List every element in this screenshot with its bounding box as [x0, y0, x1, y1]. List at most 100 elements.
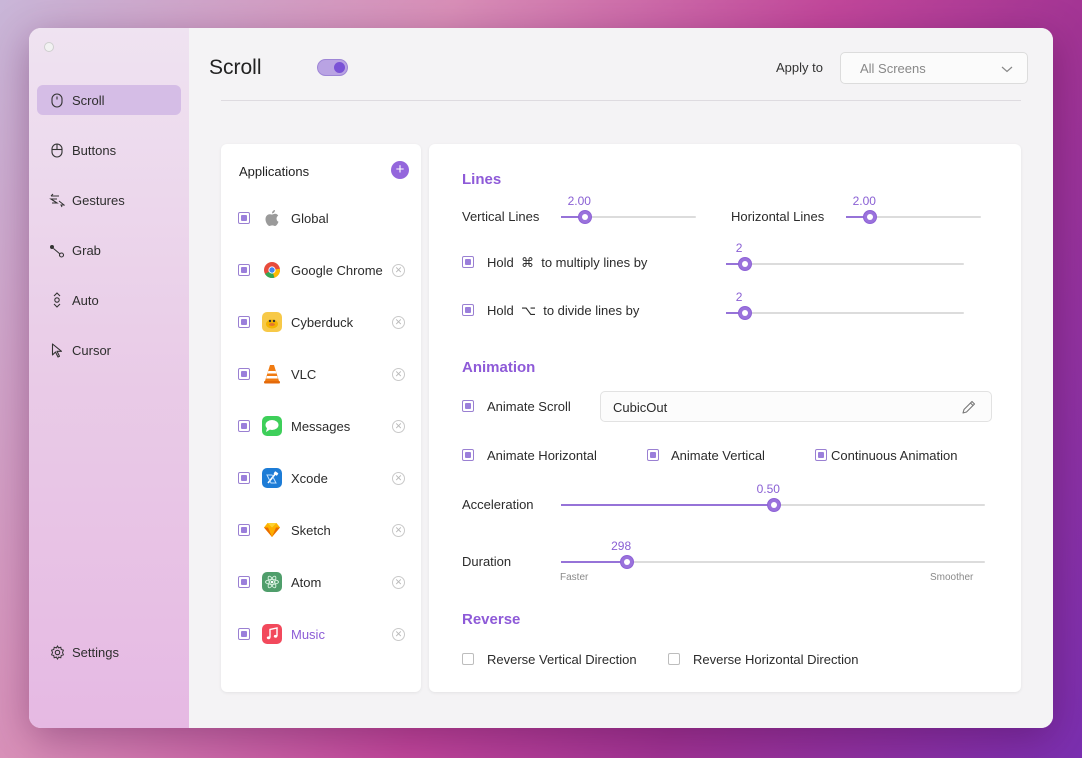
sidebar-item-label: Scroll — [72, 92, 105, 108]
multiply-slider[interactable]: 2 — [726, 241, 964, 271]
list-item[interactable]: VLC ✕ — [221, 354, 421, 394]
chrome-icon — [262, 260, 282, 280]
auto-scroll-icon — [49, 292, 65, 308]
multiply-checkbox[interactable] — [462, 256, 474, 268]
duration-label: Duration — [462, 554, 512, 569]
apply-to-label: Apply to — [776, 60, 823, 75]
slider-value: 2.00 — [567, 194, 591, 208]
horizontal-lines-label: Horizontal Lines — [731, 209, 825, 224]
slider-value: 0.50 — [756, 482, 780, 496]
sidebar-item-label: Buttons — [72, 142, 117, 158]
animate-scroll-label: Animate Scroll — [487, 399, 571, 414]
option-key-icon: ⌥ — [520, 303, 536, 318]
remove-app-button[interactable]: ✕ — [392, 420, 405, 433]
list-item[interactable]: Atom ✕ — [221, 562, 421, 602]
app-name: Music — [291, 627, 325, 642]
app-window: Scroll Buttons Gestures Grab Auto Cursor… — [29, 28, 1053, 728]
animate-scroll-checkbox[interactable] — [462, 400, 474, 412]
app-enable-checkbox[interactable] — [238, 212, 250, 224]
grab-icon — [49, 242, 65, 258]
apply-to-select[interactable]: All Screens — [840, 52, 1028, 84]
divide-prefix: Hold — [487, 303, 514, 318]
list-item[interactable]: Sketch ✕ — [221, 510, 421, 550]
smoother-label: Smoother — [930, 572, 974, 583]
list-item[interactable]: Cyberduck ✕ — [221, 302, 421, 342]
list-item[interactable]: Xcode ✕ — [221, 458, 421, 498]
app-enable-checkbox[interactable] — [238, 264, 250, 276]
reverse-horizontal-label: Reverse Horizontal Direction — [693, 652, 859, 667]
acceleration-slider[interactable]: 0.50 — [561, 482, 985, 512]
duration-slider[interactable]: 298 — [561, 539, 985, 569]
remove-app-button[interactable]: ✕ — [392, 576, 405, 589]
app-enable-checkbox[interactable] — [238, 628, 250, 640]
vertical-lines-label: Vertical Lines — [462, 209, 540, 224]
reverse-horizontal-checkbox[interactable] — [668, 653, 680, 665]
slider-fill — [561, 504, 775, 506]
sidebar-item-grab[interactable]: Grab — [37, 235, 181, 265]
list-item[interactable]: Google Chrome ✕ — [221, 250, 421, 290]
slider-value: 298 — [611, 539, 632, 553]
sidebar-item-settings[interactable]: Settings — [37, 637, 181, 667]
app-enable-checkbox[interactable] — [238, 368, 250, 380]
multiply-suffix: to multiply lines by — [541, 255, 648, 270]
slider-track — [726, 263, 964, 265]
sidebar-item-cursor[interactable]: Cursor — [37, 335, 181, 365]
slider-knob[interactable]: 2.00 — [853, 194, 878, 224]
remove-app-button[interactable]: ✕ — [392, 368, 405, 381]
xcode-icon — [262, 468, 282, 488]
horizontal-lines-slider[interactable]: 2.00 — [846, 194, 981, 224]
animate-vertical-checkbox[interactable] — [647, 449, 659, 461]
page-title: Scroll — [209, 56, 262, 79]
remove-app-button[interactable]: ✕ — [392, 472, 405, 485]
divide-checkbox[interactable] — [462, 304, 474, 316]
app-enable-checkbox[interactable] — [238, 524, 250, 536]
remove-app-button[interactable]: ✕ — [392, 628, 405, 641]
messages-icon — [262, 416, 282, 436]
gear-icon — [49, 644, 65, 660]
slider-knob[interactable]: 2 — [736, 241, 753, 271]
app-name: Global — [291, 211, 329, 226]
sidebar-item-gestures[interactable]: Gestures — [37, 185, 181, 215]
remove-app-button[interactable]: ✕ — [392, 264, 405, 277]
chevron-down-icon — [1001, 62, 1013, 77]
applications-panel: Applications + Global Google Chrome ✕ Cy… — [221, 144, 421, 692]
continuous-animation-label: Continuous Animation — [831, 448, 958, 463]
app-name: Sketch — [291, 523, 331, 538]
sidebar-item-buttons[interactable]: Buttons — [37, 135, 181, 165]
acceleration-label: Acceleration — [462, 497, 534, 512]
slider-value: 2 — [735, 290, 743, 304]
remove-app-button[interactable]: ✕ — [392, 524, 405, 537]
animate-vertical-label: Animate Vertical — [671, 448, 765, 463]
slider-knob[interactable]: 298 — [611, 539, 635, 569]
app-enable-checkbox[interactable] — [238, 420, 250, 432]
app-enable-checkbox[interactable] — [238, 316, 250, 328]
list-item[interactable]: Music ✕ — [221, 614, 421, 654]
sidebar-item-label: Gestures — [72, 192, 125, 208]
slider-knob[interactable]: 2.00 — [568, 194, 593, 224]
add-application-button[interactable]: + — [391, 161, 409, 179]
music-icon — [262, 624, 282, 644]
faster-label: Faster — [560, 572, 589, 583]
sidebar-item-auto[interactable]: Auto — [37, 285, 181, 315]
continuous-animation-checkbox[interactable] — [815, 449, 827, 461]
slider-knob[interactable]: 2 — [736, 290, 753, 320]
animation-curve-value: CubicOut — [613, 400, 668, 415]
scroll-enable-toggle[interactable] — [317, 59, 348, 76]
app-enable-checkbox[interactable] — [238, 472, 250, 484]
slider-knob[interactable]: 0.50 — [757, 482, 782, 512]
pencil-icon[interactable] — [961, 399, 977, 420]
vertical-lines-slider[interactable]: 2.00 — [561, 194, 696, 224]
reverse-section-title: Reverse — [462, 611, 521, 628]
window-close-button[interactable] — [44, 42, 54, 52]
sidebar-item-scroll[interactable]: Scroll — [37, 85, 181, 115]
animation-section-title: Animation — [462, 359, 536, 376]
list-item[interactable]: Global — [221, 198, 421, 238]
remove-app-button[interactable]: ✕ — [392, 316, 405, 329]
animation-curve-field[interactable]: CubicOut — [600, 391, 992, 422]
list-item[interactable]: Messages ✕ — [221, 406, 421, 446]
divide-slider[interactable]: 2 — [726, 290, 964, 320]
app-enable-checkbox[interactable] — [238, 576, 250, 588]
command-key-icon: ⌘ — [520, 255, 534, 270]
reverse-vertical-checkbox[interactable] — [462, 653, 474, 665]
animate-horizontal-checkbox[interactable] — [462, 449, 474, 461]
